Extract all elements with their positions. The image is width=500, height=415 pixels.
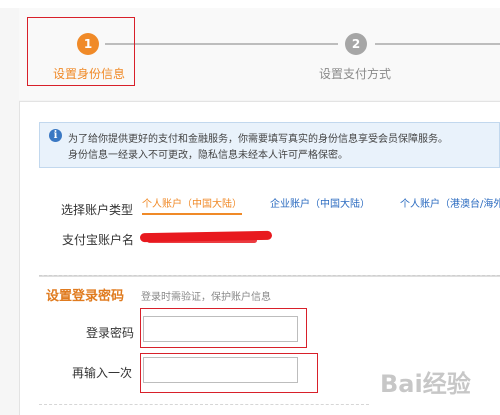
tab-personal-account-hk-overseas[interactable]: 个人账户（港澳台/海外 bbox=[400, 195, 500, 210]
login-password-label: 登录密码 bbox=[86, 326, 135, 340]
page-top-edge bbox=[0, 0, 500, 8]
left-rail bbox=[0, 8, 19, 415]
annotation-box-confirm-password bbox=[140, 353, 318, 393]
step-2-label: 设置支付方式 bbox=[319, 67, 392, 81]
section-divider bbox=[39, 275, 500, 277]
notice-text-line-2: 身份信息一经录入不可更改，隐私信息未经本人许可严格保密。 bbox=[68, 150, 348, 161]
baidu-jingyan-watermark: Bai经验 bbox=[350, 356, 500, 415]
watermark-text: Bai经验 bbox=[380, 370, 471, 398]
password-section-subtitle: 登录时需验证，保护账户信息 bbox=[141, 292, 271, 303]
password-section-title: 设置登录密码 bbox=[46, 289, 125, 304]
annotation-box-step-1 bbox=[27, 17, 135, 86]
tab-enterprise-account-mainland[interactable]: 企业账户（中国大陆） bbox=[270, 195, 370, 210]
info-notice bbox=[39, 122, 500, 168]
annotation-box-password bbox=[140, 308, 307, 348]
account-name-redaction bbox=[147, 238, 257, 243]
info-icon: i bbox=[49, 129, 62, 142]
account-name-label: 支付宝账户名 bbox=[62, 233, 135, 247]
tab-personal-account-mainland[interactable]: 个人账户（中国大陆） bbox=[142, 195, 242, 215]
step-connector-line bbox=[375, 43, 500, 45]
notice-text-line-1: 为了给你提供更好的支付和金融服务，你需要填写真实的身份信息享受会员保障服务。 bbox=[68, 134, 448, 145]
confirm-password-label: 再输入一次 bbox=[72, 366, 133, 380]
step-connector-line bbox=[105, 43, 338, 45]
account-type-label: 选择账户类型 bbox=[61, 203, 134, 217]
step-2-circle: 2 bbox=[345, 33, 367, 55]
bottom-divider bbox=[39, 404, 369, 406]
